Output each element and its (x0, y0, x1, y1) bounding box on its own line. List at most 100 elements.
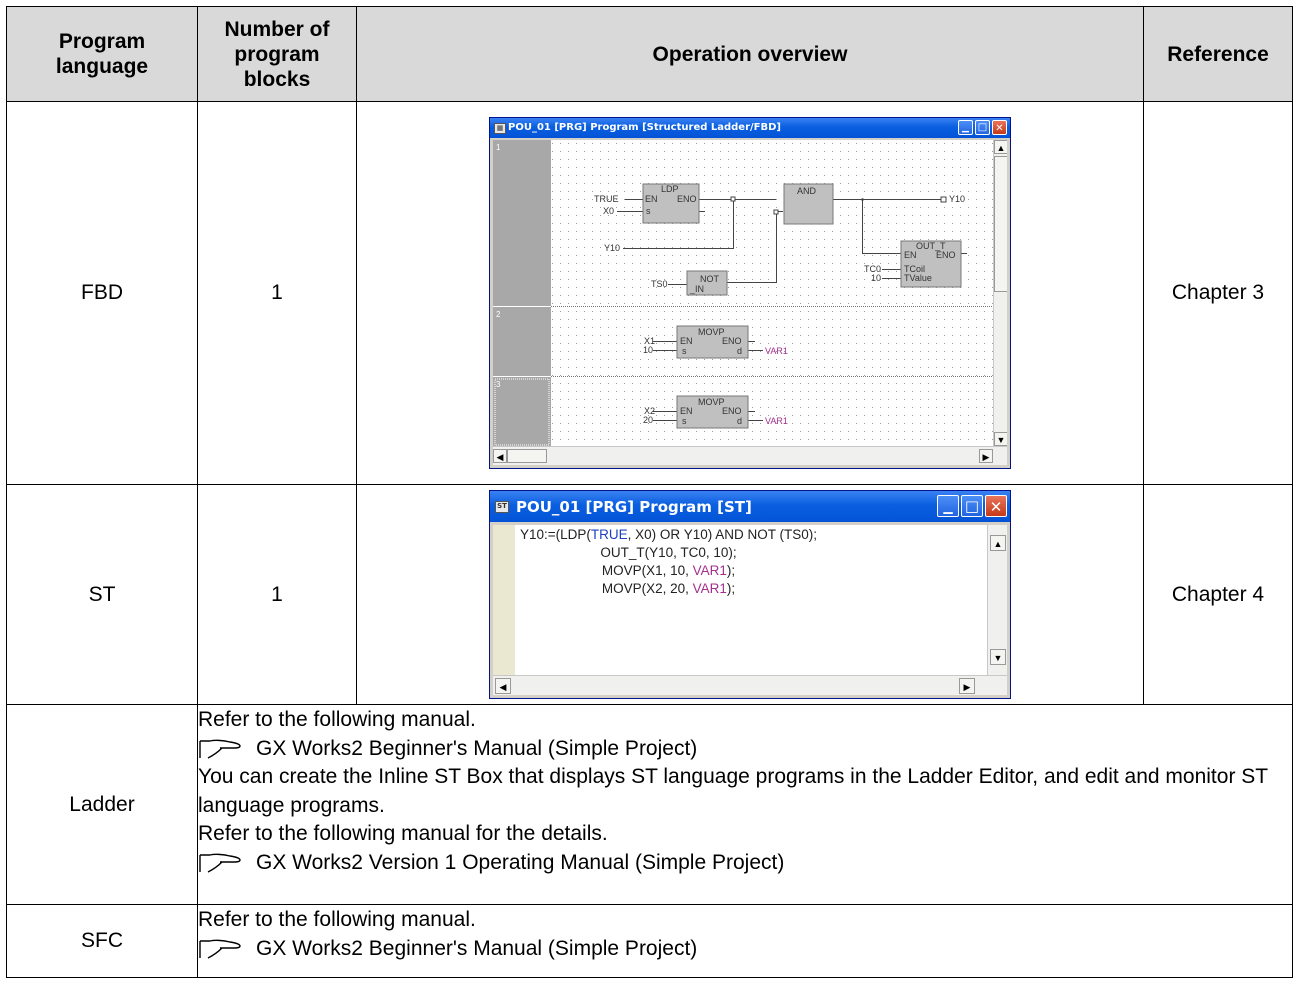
cell-language-ladder: Ladder (6, 704, 198, 905)
out-t-en-pin: EN (904, 250, 917, 260)
input-10: 10 (871, 273, 881, 283)
manual-reference-icon (198, 738, 244, 760)
not-label: NOT (700, 274, 720, 284)
input-x0: X0 (603, 206, 614, 216)
header-program-language: Program language (6, 6, 198, 102)
ldp-s-pin: s (646, 206, 651, 216)
st-window-title: POU_01 [PRG] Program [ST] (516, 498, 752, 516)
fbd-vertical-scrollbar[interactable]: ▲ ▼ (993, 140, 1007, 446)
fbd-window-title: POU_01 [PRG] Program [Structured Ladder/… (508, 122, 781, 133)
junction-dot (861, 198, 864, 201)
out-t-eno-pin: ENO (936, 250, 956, 260)
minimize-icon: ▁ (943, 500, 953, 514)
minimize-icon: ▁ (962, 123, 969, 133)
ladder-manual-ref-1-text: GX Works2 Beginner's Manual (Simple Proj… (256, 736, 698, 760)
ldp-eno-pin: ENO (677, 194, 697, 204)
st-code-token: , X0) OR Y10) AND NOT (TS0); (627, 527, 817, 542)
scroll-up-button[interactable]: ▲ (994, 140, 1007, 154)
st-horizontal-scrollbar[interactable]: ◀ ▶ (493, 675, 1007, 695)
header-reference: Reference (1143, 6, 1293, 102)
movp-1-en-pin: EN (680, 336, 693, 346)
output-y10: Y10 (949, 194, 965, 204)
ladder-manual-ref-2-text: GX Works2 Version 1 Operating Manual (Si… (256, 850, 785, 874)
scroll-thumb[interactable] (994, 156, 1007, 292)
movp-2-eno-pin: ENO (722, 406, 742, 416)
out-t-tvalue-pin: TValue (904, 273, 932, 283)
st-code-text[interactable]: Y10:=(LDP(TRUE, X0) OR Y10) AND NOT (TS0… (520, 526, 817, 598)
page: Program language Number of program block… (0, 0, 1298, 1001)
ladder-manual-ref-1: GX Works2 Beginner's Manual (Simple Proj… (198, 735, 1292, 764)
block-number-3: 3 (496, 380, 501, 389)
scroll-left-button[interactable]: ◀ (493, 449, 507, 463)
st-code-line[interactable]: OUT_T(Y10, TC0, 10); (520, 544, 817, 562)
st-code-token: ); (726, 563, 736, 578)
scroll-down-button[interactable]: ▼ (994, 432, 1007, 446)
and-label: AND (797, 186, 817, 196)
input-20: 20 (643, 415, 653, 425)
fbd-diagram[interactable]: 1 2 3 LDP EN ENO s TRUE X0 AND Y10 NOT _… (493, 140, 1007, 465)
scroll-up-button[interactable]: ▲ (990, 535, 1006, 551)
program-language-table: Program language Number of program block… (6, 6, 1293, 978)
fbd-editor-window[interactable]: ▦ POU_01 [PRG] Program [Structured Ladde… (489, 117, 1011, 469)
st-code-token: OUT_T(Y10, TC0, 10); (600, 545, 737, 560)
not-in-pin: _IN (689, 284, 704, 294)
cell-description-sfc: Refer to the following manual. GX Works2… (197, 904, 1293, 978)
st-window-titlebar[interactable]: ST POU_01 [PRG] Program [ST] ▁ □ ✕ (490, 491, 1010, 522)
close-icon: ✕ (989, 498, 1003, 516)
close-button[interactable]: ✕ (985, 495, 1007, 517)
header-number-of-blocks: Number of program blocks (197, 6, 357, 102)
cell-reference-st: Chapter 4 (1143, 484, 1293, 705)
st-code-token: MOVP(X2, 20, (601, 581, 693, 596)
ladder-manual-ref-2: GX Works2 Version 1 Operating Manual (Si… (198, 849, 1292, 878)
st-vertical-scrollbar[interactable]: ▲ ▼ (987, 525, 1007, 675)
st-keyword-token: TRUE (590, 527, 628, 542)
block-gutter-3[interactable] (493, 377, 551, 447)
sfc-manual-ref-1: GX Works2 Beginner's Manual (Simple Proj… (198, 935, 1292, 964)
scroll-down-button[interactable]: ▼ (990, 649, 1006, 665)
maximize-button[interactable]: □ (961, 495, 983, 517)
movp-2-label: MOVP (698, 397, 725, 407)
maximize-button[interactable]: □ (975, 120, 990, 135)
movp-2-s-pin: s (682, 416, 687, 426)
close-button[interactable]: ✕ (992, 120, 1007, 135)
st-editor-area[interactable]: Y10:=(LDP(TRUE, X0) OR Y10) AND NOT (TS0… (493, 525, 1007, 695)
maximize-icon: □ (977, 122, 988, 133)
output-coil (940, 196, 947, 203)
scroll-left-button[interactable]: ◀ (495, 678, 511, 694)
maximize-icon: □ (964, 497, 980, 515)
block-gutter-1[interactable] (493, 140, 551, 306)
fbd-horizontal-scrollbar[interactable]: ◀ ▶ (493, 446, 1007, 465)
st-code-line[interactable]: MOVP(X2, 20, VAR1); (520, 580, 817, 598)
fbd-window-titlebar[interactable]: ▦ POU_01 [PRG] Program [Structured Ladde… (490, 118, 1010, 138)
fbd-window-icon: ▦ (494, 123, 506, 134)
cell-description-ladder: Refer to the following manual. GX Works2… (197, 704, 1293, 905)
grid-background (551, 140, 993, 446)
minimize-button[interactable]: ▁ (958, 120, 973, 135)
sfc-line-1: Refer to the following manual. (198, 908, 476, 931)
st-code-token: ); (726, 581, 736, 596)
manual-reference-icon (198, 852, 244, 874)
block-gutter-2[interactable] (493, 307, 551, 376)
scroll-right-button[interactable]: ▶ (979, 449, 993, 463)
movp-1-s-pin: s (682, 346, 687, 356)
ladder-line-3: Refer to the following manual for the de… (198, 822, 608, 845)
st-editor-window[interactable]: ST POU_01 [PRG] Program [ST] ▁ □ ✕ Y10:=… (489, 490, 1011, 699)
manual-reference-icon (198, 938, 244, 960)
scroll-right-button[interactable]: ▶ (959, 678, 975, 694)
movp-2-en-pin: EN (680, 406, 693, 416)
output-var1-b3: VAR1 (765, 416, 788, 426)
st-code-token: MOVP(X1, 10, (601, 563, 693, 578)
st-window-icon: ST (495, 501, 509, 513)
scroll-thumb-horizontal[interactable] (507, 449, 547, 463)
ldp-label: LDP (661, 184, 679, 194)
cell-language-st: ST (6, 484, 198, 705)
st-code-line[interactable]: MOVP(X1, 10, VAR1); (520, 562, 817, 580)
minimize-button[interactable]: ▁ (937, 495, 959, 517)
sfc-manual-ref-1-text: GX Works2 Beginner's Manual (Simple Proj… (256, 936, 698, 960)
movp-2-d-pin: d (737, 416, 742, 426)
st-line-gutter (493, 525, 515, 675)
block-number-1: 1 (496, 143, 501, 152)
st-code-line[interactable]: Y10:=(LDP(TRUE, X0) OR Y10) AND NOT (TS0… (520, 526, 817, 544)
fbd-editor-canvas[interactable]: 1 2 3 LDP EN ENO s TRUE X0 AND Y10 NOT _… (493, 140, 1007, 465)
cell-language-fbd: FBD (6, 101, 198, 485)
